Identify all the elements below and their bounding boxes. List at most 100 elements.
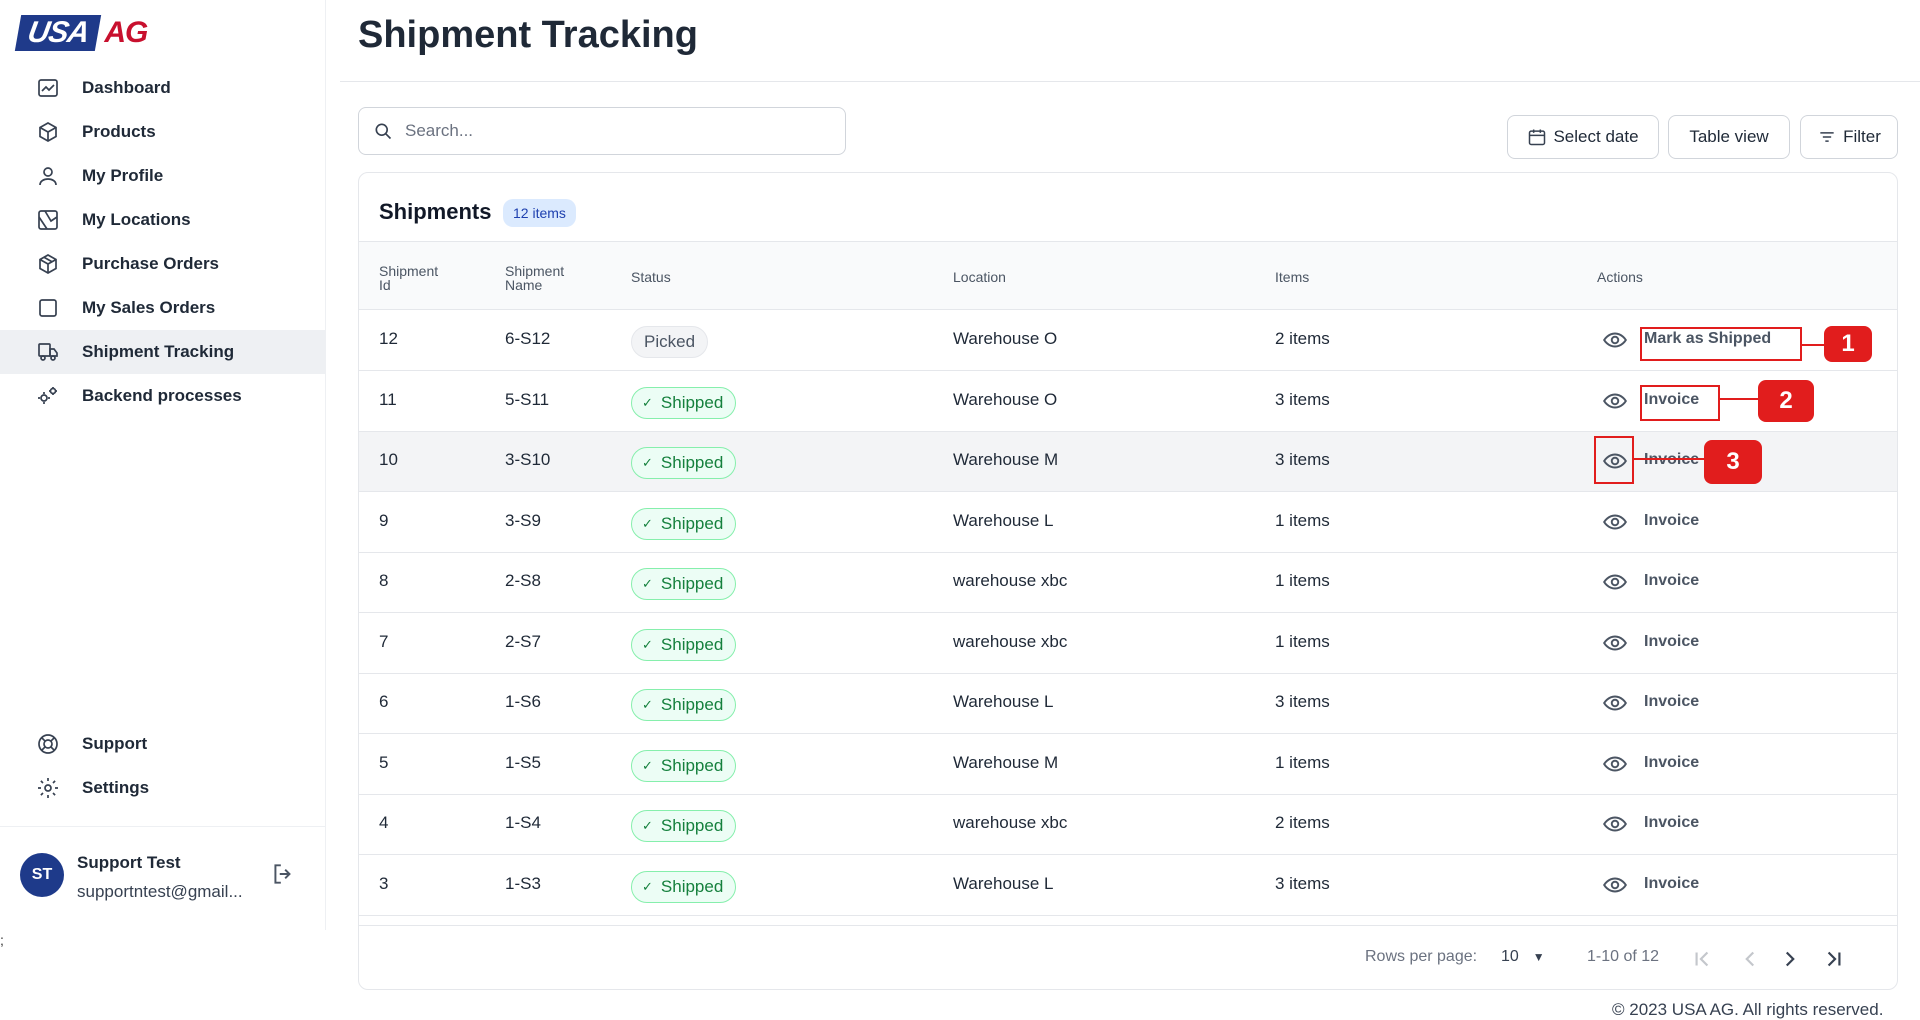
invoice-button[interactable]: Invoice	[1644, 512, 1699, 530]
column-location[interactable]: Location	[953, 270, 1006, 284]
filter-button[interactable]: Filter	[1800, 115, 1898, 159]
column-status[interactable]: Status	[631, 270, 671, 284]
column-label: Shipment	[379, 263, 439, 279]
shipment-location: Warehouse O	[953, 389, 1058, 409]
status-label: Shipped	[660, 574, 724, 593]
sidebar-item-label: Support	[82, 734, 148, 753]
column-shipment-name[interactable]: Shipment Name	[505, 264, 564, 292]
status-badge: ✓ Shipped	[631, 507, 737, 540]
view-button[interactable]	[1602, 872, 1628, 898]
table-row[interactable]: 5 1-S5 ✓ Shipped Warehouse M 1 items Invoice	[359, 735, 1897, 795]
column-items[interactable]: Items	[1275, 270, 1309, 284]
check-icon: ✓	[642, 394, 653, 410]
box-icon	[39, 122, 57, 142]
table-row[interactable]: 9 3-S9 ✓ Shipped Warehouse L 1 items Invoice	[359, 493, 1897, 553]
search-input[interactable]	[405, 121, 825, 141]
column-shipment-id[interactable]: Shipment Id	[379, 264, 438, 292]
status-badge: ✓ Shipped	[631, 386, 737, 419]
sidebar-item-products[interactable]: Products	[0, 110, 326, 154]
invoice-button[interactable]: Invoice	[1644, 875, 1699, 893]
invoice-button[interactable]: Invoice	[1644, 451, 1699, 469]
view-button[interactable]	[1602, 327, 1628, 353]
check-icon: ✓	[642, 636, 653, 652]
view-button[interactable]	[1602, 811, 1628, 837]
prev-page-button[interactable]	[1737, 946, 1763, 972]
footer-copyright: © 2023 USA AG. All rights reserved.	[1612, 1000, 1884, 1019]
sidebar-item-my-profile[interactable]: My Profile	[0, 154, 326, 198]
invoice-button[interactable]: Invoice	[1644, 754, 1699, 772]
table-row[interactable]: 6 1-S6 ✓ Shipped Warehouse L 3 items Invoice	[359, 674, 1897, 734]
sidebar-item-shipment-tracking[interactable]: Shipment Tracking	[0, 330, 326, 374]
rows-per-page-select[interactable]: 10 ▼	[1501, 948, 1545, 966]
sidebar-item-label: My Sales Orders	[82, 298, 216, 317]
table-row[interactable]: 8 2-S8 ✓ Shipped warehouse xbc 1 items Invoice	[359, 553, 1897, 613]
sidebar: USA AG Dashboard Products My Profile My …	[0, 0, 326, 930]
brand-logo[interactable]: USA AG	[14, 14, 148, 52]
first-page-icon	[1695, 951, 1709, 967]
status-label: Shipped	[660, 634, 724, 654]
annotation-tag-1: 1	[1824, 326, 1872, 362]
view-button[interactable]	[1602, 509, 1628, 535]
table-row[interactable]: 7 2-S7 ✓ Shipped warehouse xbc 1 items Invoice	[359, 614, 1897, 674]
shipment-location: Warehouse L	[953, 873, 1054, 893]
map-icon	[38, 210, 58, 230]
sidebar-nav: Dashboard Products My Profile My Locatio…	[0, 66, 326, 418]
sidebar-item-label: Products	[82, 122, 156, 141]
last-page-button[interactable]	[1821, 946, 1847, 972]
shipments-title: Shipments	[379, 199, 492, 224]
search-box[interactable]	[358, 107, 846, 155]
count-badge: 12 items	[503, 199, 576, 227]
logout-icon	[274, 864, 291, 884]
invoice-button[interactable]: Invoice	[1644, 814, 1699, 832]
invoice-button[interactable]: Invoice	[1644, 633, 1699, 651]
next-page-button[interactable]	[1777, 946, 1803, 972]
column-actions: Actions	[1597, 269, 1643, 285]
table-view-button[interactable]: Table view	[1668, 115, 1790, 159]
status-label: Shipped	[660, 816, 724, 835]
eye-icon	[1603, 695, 1627, 711]
sidebar-item-dashboard[interactable]: Dashboard	[0, 66, 326, 110]
view-button[interactable]	[1602, 388, 1628, 414]
sidebar-item-backend-processes[interactable]: Backend processes	[0, 374, 326, 418]
logout-button[interactable]	[270, 861, 296, 887]
sidebar-item-purchase-orders[interactable]: Purchase Orders	[0, 242, 326, 286]
eye-icon	[1603, 816, 1627, 832]
view-button[interactable]	[1602, 751, 1628, 777]
lifebuoy-icon	[38, 734, 58, 754]
rows-per-page-value: 10	[1501, 948, 1519, 965]
view-button[interactable]	[1602, 630, 1628, 656]
user-icon	[39, 167, 57, 186]
table-row[interactable]: 10 3-S10 ✓ Shipped Warehouse M 3 items Invoice	[359, 432, 1897, 492]
status-label: Shipped	[660, 695, 724, 714]
shipment-name: 1-S3	[505, 873, 541, 893]
shipment-id: 11	[379, 389, 397, 409]
annotation-line-2	[1720, 398, 1758, 400]
shipment-items: 3 items	[1275, 692, 1330, 711]
shipment-id: 10	[379, 450, 398, 469]
check-icon: ✓	[642, 818, 653, 833]
table-row[interactable]: 3 1-S3 ✓ Shipped Warehouse L 3 items Invoice	[359, 856, 1897, 916]
sidebar-item-settings[interactable]: Settings	[0, 766, 326, 810]
sidebar-bottom-nav: Support Settings	[0, 722, 326, 810]
search-icon	[375, 123, 392, 140]
status-label: Shipped	[660, 392, 724, 412]
invoice-button[interactable]: Invoice	[1644, 693, 1699, 711]
first-page-button[interactable]	[1689, 946, 1715, 972]
view-button[interactable]	[1602, 569, 1628, 595]
invoice-button[interactable]: Invoice	[1644, 572, 1699, 590]
shipment-location: Warehouse L	[953, 510, 1054, 530]
sidebar-item-my-locations[interactable]: My Locations	[0, 198, 326, 242]
select-date-button[interactable]: Select date	[1507, 115, 1659, 159]
annotation-line-3	[1634, 458, 1704, 460]
caret-down-icon: ▼	[1532, 950, 1545, 964]
table-row[interactable]: 4 1-S4 ✓ Shipped warehouse xbc 2 items Invoice	[359, 795, 1897, 855]
sidebar-item-my-sales-orders[interactable]: My Sales Orders	[0, 286, 326, 330]
avatar[interactable]: ST	[20, 853, 64, 897]
column-label: Shipment	[505, 263, 565, 279]
sidebar-item-label: My Locations	[82, 210, 191, 229]
shipment-items: 1 items	[1275, 752, 1330, 772]
sidebar-item-support[interactable]: Support	[0, 722, 326, 766]
view-button[interactable]	[1602, 690, 1628, 716]
chevron-right-icon	[1785, 951, 1795, 967]
check-icon: ✓	[642, 576, 653, 591]
